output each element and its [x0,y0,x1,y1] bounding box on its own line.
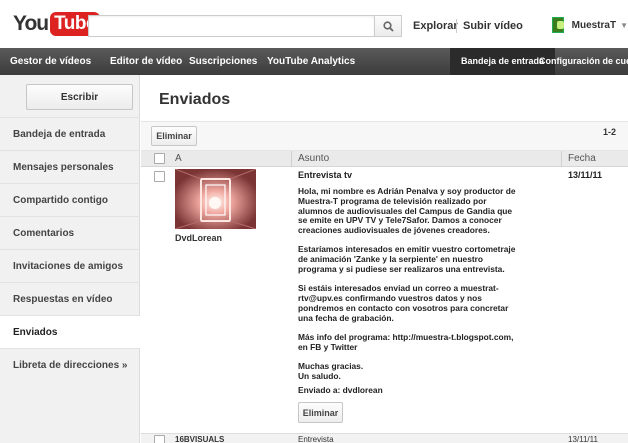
message-checkbox[interactable] [154,435,165,443]
logo-you: You [13,12,49,35]
sender-thumbnail[interactable] [175,169,256,229]
sidebar-item-address-book[interactable]: Libreta de direcciones » [0,348,140,381]
explore-link[interactable]: Explorar [413,20,458,32]
sidebar-item-inbox[interactable]: Bandeja de entrada [0,117,140,150]
chevron-down-icon: ▼ [620,20,628,30]
message-date: 13/11/11 [568,435,598,443]
nav-divider [456,19,457,33]
sidebar: Escribir Bandeja de entrada Mensajes per… [0,75,140,443]
column-divider [561,151,562,167]
message-paragraph: Estaríamos interesados en emitir vuestro… [298,244,516,275]
message-row: DvdLorean Entrevista tv 13/11/11 Hola, m… [141,167,628,432]
message-body: Hola, mi nombre es Adrián Penalva y soy … [298,186,520,391]
message-delete-button[interactable]: Eliminar [298,402,343,423]
message-paragraph: Hola, mi nombre es Adrián Penalva y soy … [298,186,516,236]
nav-account-settings[interactable]: Configuración de cuenta [539,48,628,75]
message-paragraph: Muchas gracias. Un saludo. [298,361,364,381]
sidebar-item-sent[interactable]: Enviados [0,315,140,348]
message-subject[interactable]: Entrevista tv [298,170,352,180]
select-all-checkbox[interactable] [154,153,165,164]
sent-to-label: Enviado a: dvdlorean [298,385,383,395]
search-input[interactable] [88,15,374,37]
search-icon [382,20,394,32]
user-menu-button[interactable]: MuestraT ▼ [552,13,628,37]
message-checkbox[interactable] [154,171,165,182]
sidebar-item-personal-messages[interactable]: Mensajes personales [0,150,140,183]
nav-video-manager[interactable]: Gestor de vídeos [10,48,91,75]
nav-analytics[interactable]: YouTube Analytics [267,48,355,75]
sidebar-item-shared-with-you[interactable]: Compartido contigo [0,183,140,216]
delete-button[interactable]: Eliminar [151,126,197,146]
toolbar: Eliminar 1-2 [141,121,628,151]
main-content: Enviados Eliminar 1-2 A Asunto Fecha Dvd… [141,75,628,443]
sidebar-item-comments[interactable]: Comentarios [0,216,140,249]
message-date: 13/11/11 [568,170,603,180]
sender-name[interactable]: 16BVISUALS [175,435,224,443]
table-row[interactable]: 16BVISUALS Entrevista 13/11/11 [141,433,628,443]
user-name: MuestraT [571,19,617,31]
sender-name[interactable]: DvdLorean [175,233,222,243]
sidebar-item-video-responses[interactable]: Respuestas en vídeo [0,282,140,315]
page-title: Enviados [159,91,231,108]
column-header-date[interactable]: Fecha [568,153,596,164]
message-subject[interactable]: Entrevista [298,435,334,443]
sidebar-item-friend-invites[interactable]: Invitaciones de amigos [0,249,140,282]
pagination: 1-2 [602,127,616,137]
column-header-subject[interactable]: Asunto [298,153,329,164]
search-button[interactable] [374,15,402,37]
message-paragraph: Si estáis interesados enviad un correo a… [298,283,509,323]
masthead: You Tube Explorar Subir vídeo MuestraT ▼ [0,0,628,48]
column-header-to[interactable]: A [175,153,182,164]
upload-link[interactable]: Subir vídeo [463,20,523,32]
nav-subscriptions[interactable]: Suscripciones [189,48,257,75]
message-paragraph: Más info del programa: http://muestra-t.… [298,332,514,352]
column-divider [291,151,292,167]
thumbnail-image [175,169,256,229]
table-header: A Asunto Fecha [141,151,628,167]
compose-button[interactable]: Escribir [26,84,133,110]
top-nav-bar: Gestor de vídeos Editor de vídeo Suscrip… [0,48,628,75]
nav-video-editor[interactable]: Editor de vídeo [110,48,182,75]
avatar [552,17,564,33]
